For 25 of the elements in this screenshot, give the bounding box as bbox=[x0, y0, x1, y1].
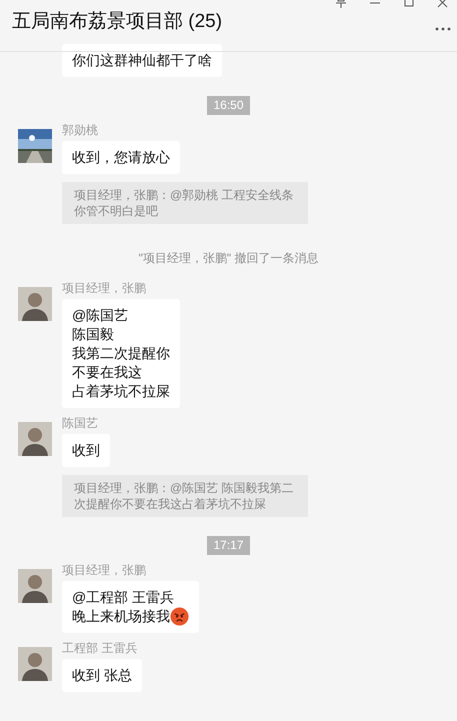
close-icon[interactable] bbox=[437, 0, 449, 8]
message-bubble: @陈国艺 陈国毅 我第二次提醒你 不要在我这 占着茅坑不拉屎 bbox=[62, 299, 180, 408]
avatar-icon bbox=[18, 422, 52, 456]
more-icon[interactable] bbox=[435, 27, 451, 31]
sender-name: 郭勋桃 bbox=[62, 123, 99, 137]
system-notice: "项目经理，张鹏" 撤回了一条消息 bbox=[138, 250, 318, 267]
avatar-icon bbox=[18, 569, 52, 603]
quoted-message: 项目经理，张鹏：@郭勋桃 工程安全线条你管不明白是吧 bbox=[62, 182, 308, 224]
maximize-icon[interactable] bbox=[403, 0, 415, 8]
timestamp: 16:50 bbox=[207, 96, 250, 115]
message-bubble: 收到 bbox=[62, 434, 110, 467]
sender-name: 项目经理，张鹏 bbox=[62, 563, 147, 577]
message-bubble: 收到 张总 bbox=[62, 659, 142, 692]
sender-name: 陈国艺 bbox=[62, 416, 99, 430]
message-bubble: 你们这群神仙都干了啥 bbox=[62, 44, 222, 77]
timestamp: 17:17 bbox=[207, 536, 250, 555]
avatar-icon bbox=[18, 287, 52, 321]
sender-name: 项目经理，张鹏 bbox=[62, 281, 147, 295]
pin-icon[interactable] bbox=[335, 0, 347, 8]
window-title: 五局南布荔景项目部 (25) bbox=[12, 10, 222, 34]
quoted-message: 项目经理，张鹏：@陈国艺 陈国毅我第二次提醒你不要在我这占着茅坑不拉屎 bbox=[62, 475, 308, 517]
sender-name: 工程部 王雷兵 bbox=[62, 641, 138, 655]
message-bubble: @工程部 王雷兵 晚上来机场接我 bbox=[62, 581, 199, 633]
avatar-icon bbox=[18, 647, 52, 681]
message-bubble: 收到，您请放心 bbox=[62, 141, 180, 174]
